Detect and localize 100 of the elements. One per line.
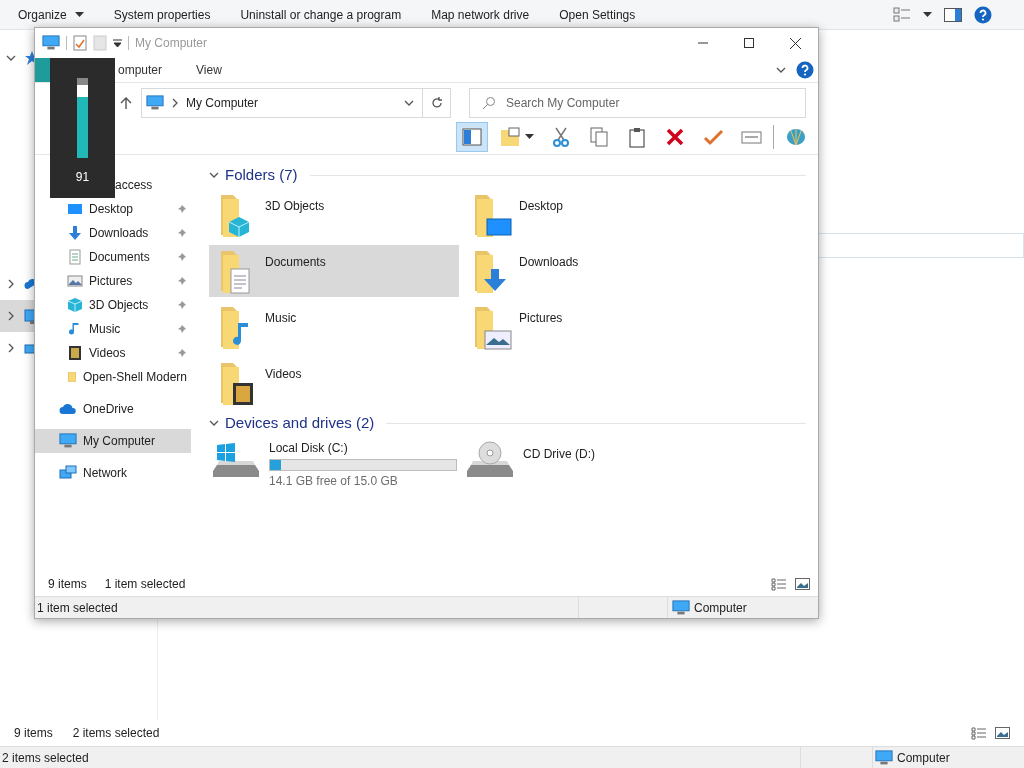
ribbon-expand-icon[interactable]: [776, 65, 786, 75]
group-header[interactable]: Folders (7): [225, 163, 298, 187]
group-collapse-icon[interactable]: [209, 170, 219, 180]
folder-item[interactable]: Desktop: [463, 189, 713, 241]
pin-icon[interactable]: [177, 204, 187, 214]
ribbon-tab[interactable]: omputer: [117, 58, 183, 82]
cloud-icon: [59, 403, 77, 415]
help-icon[interactable]: [974, 5, 992, 24]
folder-item[interactable]: Documents: [209, 245, 459, 297]
drive-item[interactable]: CD Drive (D:): [463, 437, 713, 487]
caret-icon: [923, 12, 932, 17]
computer-icon: [672, 599, 690, 616]
selection-count: 1 item selected: [104, 576, 186, 593]
collapse-chevron-icon[interactable]: [6, 311, 16, 321]
caret-icon: [525, 134, 534, 139]
folder-monitor-icon: [473, 193, 513, 239]
item-count: 9 items: [14, 725, 53, 742]
nav-item[interactable]: Desktop: [35, 197, 191, 221]
paste-icon: [626, 125, 648, 148]
folder-item[interactable]: Pictures: [463, 301, 713, 353]
pin-icon[interactable]: [177, 276, 187, 286]
caret-icon: [74, 12, 84, 17]
pin-icon[interactable]: [177, 228, 187, 238]
address-text: My Computer: [186, 95, 259, 112]
folder-item[interactable]: 3D Objects: [209, 189, 459, 241]
copy-icon: [588, 125, 610, 148]
close-icon: [789, 37, 801, 49]
toolbar-button[interactable]: System properties: [113, 5, 211, 24]
nav-item[interactable]: Music: [35, 317, 191, 341]
window-title: My Computer: [135, 35, 208, 52]
nav-item[interactable]: Downloads: [35, 221, 191, 245]
drive-item[interactable]: Local Disk (C:) 14.1 GB free of 15.0 GB: [209, 437, 459, 487]
preview-pane-icon[interactable]: [944, 7, 962, 22]
item-count: 9 items: [48, 576, 87, 593]
toolbar-button[interactable]: Uninstall or change a program: [240, 5, 402, 24]
details-view-icon[interactable]: [771, 577, 787, 591]
customize-caret-icon[interactable]: [113, 39, 122, 47]
folder-item[interactable]: Music: [209, 301, 459, 353]
nav-row[interactable]: [0, 300, 34, 332]
cloud-icon: [24, 276, 34, 292]
up-arrow-icon[interactable]: [119, 96, 133, 110]
view-options-icon[interactable]: [893, 6, 911, 23]
search-box[interactable]: Search My Computer: [469, 88, 806, 118]
toolbar-button[interactable]: Map network drive: [431, 5, 530, 24]
group-collapse-icon[interactable]: [209, 418, 219, 428]
nav-item[interactable]: 3D Objects: [35, 293, 191, 317]
address-bar[interactable]: My Computer: [141, 88, 451, 118]
toolbar-button[interactable]: Open Settings: [559, 5, 636, 24]
nav-item[interactable]: Network: [35, 461, 191, 485]
pin-icon[interactable]: [177, 252, 187, 262]
pin-icon[interactable]: [177, 324, 187, 334]
toolbar-button[interactable]: [456, 121, 488, 152]
nav-item[interactable]: My Computer: [35, 429, 191, 453]
expand-chevron-icon[interactable]: [6, 53, 16, 63]
search-input[interactable]: Search My Computer: [506, 94, 805, 112]
nav-item[interactable]: Videos: [35, 341, 191, 365]
history-dropdown-icon[interactable]: [404, 98, 414, 108]
details-view-icon[interactable]: [971, 726, 987, 740]
nav-item[interactable]: OneDrive: [35, 397, 191, 421]
ribbon-tab[interactable]: View: [182, 58, 236, 82]
nav-item[interactable]: access: [115, 173, 191, 197]
status-location: Computer: [694, 599, 747, 617]
toolbar-button[interactable]: Organize: [18, 5, 84, 24]
pin-icon[interactable]: [177, 348, 187, 358]
pin-icon[interactable]: [177, 300, 187, 310]
down-arrow-icon: [67, 225, 83, 241]
nav-item[interactable]: Documents: [35, 245, 191, 269]
minimize-icon: [698, 42, 708, 44]
computer-icon: [875, 749, 893, 766]
selection-count: 2 items selected: [72, 725, 160, 742]
nav-item[interactable]: Pictures: [35, 269, 191, 293]
network-icon: [59, 465, 77, 481]
status-location: Computer: [897, 749, 950, 767]
cd-drive-icon: [467, 439, 513, 479]
help-icon[interactable]: [796, 61, 814, 79]
document-icon: [67, 249, 83, 265]
computer-icon: [42, 35, 60, 51]
breadcrumb-chevron-icon[interactable]: [170, 98, 180, 108]
cut-icon: [550, 125, 572, 148]
monitor-icon: [67, 201, 83, 217]
film-icon: [67, 345, 83, 361]
computer-icon: [146, 95, 164, 111]
collapse-chevron-icon[interactable]: [6, 279, 16, 289]
large-icons-view-icon[interactable]: [795, 578, 810, 590]
computer-icon: [59, 433, 77, 449]
folder-item[interactable]: Videos: [209, 357, 459, 409]
folder-options-icon: [499, 125, 521, 148]
folder-icon: [67, 369, 77, 385]
refresh-icon: [430, 97, 443, 109]
properties-icon[interactable]: [73, 35, 87, 51]
collapse-chevron-icon[interactable]: [6, 343, 16, 353]
status-text: 1 item selected: [36, 599, 119, 617]
nav-item[interactable]: Open-Shell Modern: [35, 365, 191, 389]
folder-picture-icon: [473, 305, 513, 351]
group-header[interactable]: Devices and drives (2): [225, 411, 375, 435]
star-icon: [24, 50, 34, 66]
large-icons-view-icon[interactable]: [995, 727, 1010, 739]
folder-item[interactable]: Downloads: [463, 245, 713, 297]
volume-reading: 91: [75, 169, 90, 186]
computer-icon: [24, 308, 34, 324]
